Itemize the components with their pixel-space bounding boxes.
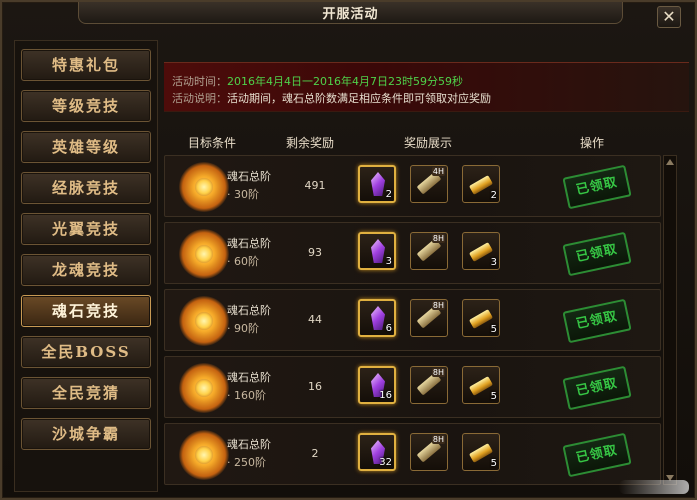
event-desc-line: 活动说明：活动期间，魂石总阶数满足相应条件即可领取对应奖励 [172,90,491,106]
duration-badge: 8H [431,234,445,243]
reward-count: 6 [385,323,392,334]
condition-label: 魂石总阶 [227,438,271,451]
table-row: 魂石总阶 · 90阶 44 6 8H 5 已领取 [164,289,661,351]
reward-slot-ingot[interactable]: 2 [462,165,500,203]
table-row: 魂石总阶 · 250阶 2 32 8H 5 已领取 [164,423,661,485]
reward-slot-scroll[interactable]: 8H [410,366,448,404]
sidebar-item-soul-stone-contest[interactable]: 魂石竞技 [21,295,151,327]
reward-count: 3 [385,256,392,267]
table-row: 魂石总阶 · 160阶 16 16 8H 5 已领取 [164,356,661,418]
header-rewards: 奖励展示 [404,136,453,150]
event-desc-value: 活动期间，魂石总阶数满足相应条件即可领取对应奖励 [227,92,491,105]
duration-badge: 8H [431,435,445,444]
event-time-label: 活动时间： [172,75,227,88]
gold-ingot-icon [468,443,494,463]
gold-ingot-icon [468,376,494,396]
condition-label: 魂石总阶 [227,237,271,250]
reward-slot-crystal[interactable]: 2 [358,165,396,203]
reward-slot-crystal[interactable]: 32 [358,433,396,471]
reward-slot-scroll[interactable]: 8H [410,232,448,270]
window-title: 开服活动 [322,7,379,22]
event-banner: 活动时间：2016年4月4日一2016年4月7日23时59分59秒 活动说明：活… [164,62,689,112]
sidebar: 特惠礼包 等级竞技 英雄等级 经脉竞技 光翼竞技 龙魂竞技 魂石竞技 全民BOS… [14,40,158,492]
duration-badge: 4H [431,167,445,176]
soul-stone-emblem-icon [179,162,229,212]
condition-requirement: · 160阶 [227,389,266,402]
header-action: 操作 [580,136,605,150]
duration-badge: 8H [431,301,445,310]
reward-count: 32 [379,457,392,468]
event-window: 开服活动 ✕ 特惠礼包 等级竞技 英雄等级 经脉竞技 光翼竞技 龙魂竞技 魂石竞… [0,0,697,500]
condition-label: 魂石总阶 [227,304,271,317]
remaining-count: 44 [308,313,322,326]
remaining-count: 93 [308,246,322,259]
remaining-count: 491 [304,179,326,192]
event-time-value: 2016年4月4日一2016年4月7日23时59分59秒 [227,75,463,88]
claimed-stamp: 已领取 [562,231,632,277]
reward-count: 5 [490,391,497,402]
remaining-count: 2 [311,447,319,460]
soul-stone-emblem-icon [179,296,229,346]
sidebar-item-hero-level[interactable]: 英雄等级 [21,131,151,163]
reward-slot-scroll[interactable]: 8H [410,299,448,337]
purple-crystal-icon [371,239,385,263]
watermark-logo [619,480,689,494]
table-row: 魂石总阶 · 60阶 93 3 8H 3 已领取 [164,222,661,284]
purple-crystal-icon [371,172,385,196]
header-remain: 剩余奖励 [286,136,335,150]
sidebar-item-level-contest[interactable]: 等级竞技 [21,90,151,122]
list-scrollbar[interactable] [663,155,677,485]
reward-count: 3 [490,257,497,268]
duration-badge: 8H [431,368,445,377]
reward-slot-ingot[interactable]: 5 [462,433,500,471]
scroll-up-icon[interactable] [666,159,674,165]
reward-slot-crystal[interactable]: 3 [358,232,396,270]
event-time-line: 活动时间：2016年4月4日一2016年4月7日23时59分59秒 [172,73,463,89]
reward-count: 2 [490,190,497,201]
header-target: 目标条件 [188,136,237,150]
sidebar-item-world-guess[interactable]: 全民竞猜 [21,377,151,409]
condition-requirement: · 60阶 [227,255,259,268]
event-desc-label: 活动说明： [172,92,227,105]
soul-stone-emblem-icon [179,430,229,480]
reward-slot-ingot[interactable]: 3 [462,232,500,270]
reward-count: 2 [385,189,392,200]
reward-count: 5 [490,458,497,469]
reward-slot-ingot[interactable]: 5 [462,299,500,337]
reward-count: 16 [379,390,392,401]
claimed-stamp: 已领取 [562,298,632,344]
reward-count: 5 [490,324,497,335]
condition-label: 魂石总阶 [227,170,271,183]
reward-slot-ingot[interactable]: 5 [462,366,500,404]
condition-requirement: · 250阶 [227,456,266,469]
gold-ingot-icon [468,309,494,329]
sidebar-item-world-boss[interactable]: 全民BOSS [21,336,151,368]
purple-crystal-icon [371,306,385,330]
reward-slot-scroll[interactable]: 4H [410,165,448,203]
sidebar-item-dragon-soul-contest[interactable]: 龙魂竞技 [21,254,151,286]
gold-ingot-icon [468,175,494,195]
soul-stone-emblem-icon [179,229,229,279]
claimed-stamp: 已领取 [562,164,632,210]
window-titlebar: 开服活动 [78,2,623,24]
condition-requirement: · 30阶 [227,188,259,201]
remaining-count: 16 [308,380,322,393]
condition-requirement: · 90阶 [227,322,259,335]
sidebar-item-meridian-contest[interactable]: 经脉竞技 [21,172,151,204]
sidebar-item-wing-contest[interactable]: 光翼竞技 [21,213,151,245]
reward-list: 魂石总阶 · 30阶 491 2 4H 2 已领取 魂石总阶 · 60阶 93 [164,155,661,492]
claimed-stamp: 已领取 [562,432,632,478]
table-header: 目标条件 剩余奖励 奖励展示 操作 [164,130,664,152]
table-row: 魂石总阶 · 30阶 491 2 4H 2 已领取 [164,155,661,217]
condition-label: 魂石总阶 [227,371,271,384]
gold-ingot-icon [468,242,494,262]
reward-slot-scroll[interactable]: 8H [410,433,448,471]
close-button[interactable]: ✕ [657,6,681,28]
sidebar-item-special-gift[interactable]: 特惠礼包 [21,49,151,81]
reward-slot-crystal[interactable]: 6 [358,299,396,337]
soul-stone-emblem-icon [179,363,229,413]
claimed-stamp: 已领取 [562,365,632,411]
sidebar-item-castle-war[interactable]: 沙城争霸 [21,418,151,450]
reward-slot-crystal[interactable]: 16 [358,366,396,404]
